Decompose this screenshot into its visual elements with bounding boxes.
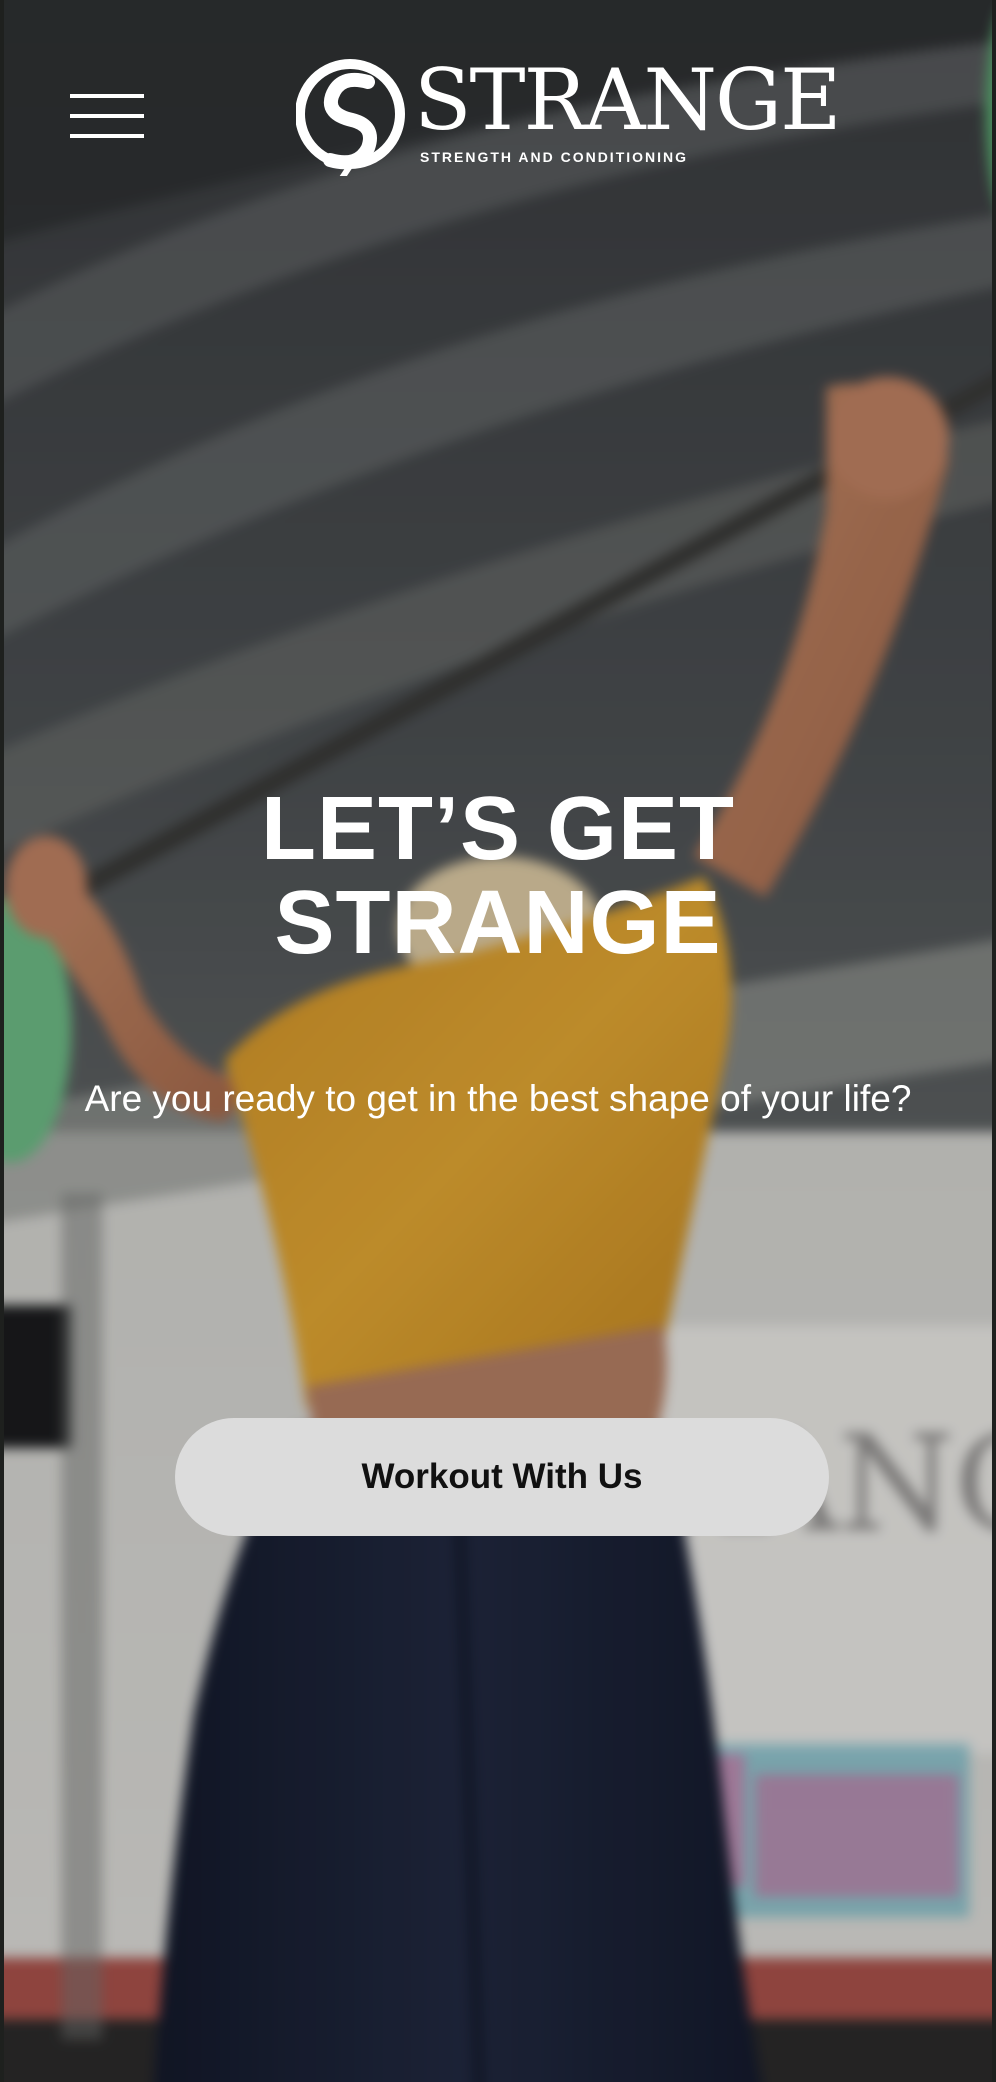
logo-wordmark: STRANGE (414, 51, 841, 149)
menu-bar-bottom (70, 134, 144, 138)
site-logo[interactable]: STRANGE STRENGTH AND CONDITIONING (296, 56, 841, 180)
hero-headline: LET’S GET STRANGE (0, 782, 996, 970)
hero-headline-line-1: LET’S GET (260, 779, 736, 879)
frame-edge-right (992, 0, 996, 2082)
menu-bar-top (70, 94, 144, 98)
hero-overlay (0, 0, 996, 2082)
logo-tagline: STRENGTH AND CONDITIONING (420, 149, 689, 165)
hero-section: RANGE (0, 0, 996, 2082)
workout-with-us-button[interactable]: Workout With Us (175, 1418, 829, 1536)
strange-s-monogram-icon (296, 59, 405, 176)
hamburger-menu-icon[interactable] (70, 92, 144, 142)
menu-bar-middle (70, 114, 144, 118)
hero-headline-line-2: STRANGE (274, 873, 722, 973)
hero-subheadline: Are you ready to get in the best shape o… (84, 1078, 912, 1119)
site-header: STRANGE STRENGTH AND CONDITIONING (0, 0, 996, 190)
frame-edge-left (0, 0, 4, 2082)
